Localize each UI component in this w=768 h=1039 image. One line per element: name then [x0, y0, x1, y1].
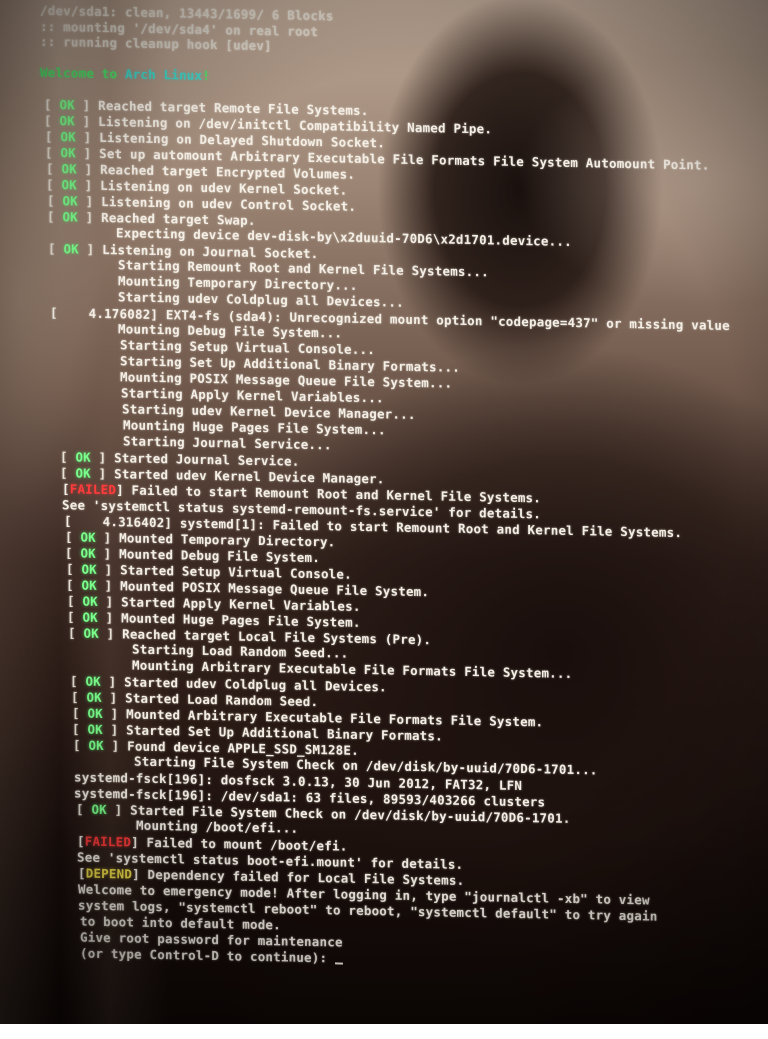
vignette — [0, 0, 768, 1024]
